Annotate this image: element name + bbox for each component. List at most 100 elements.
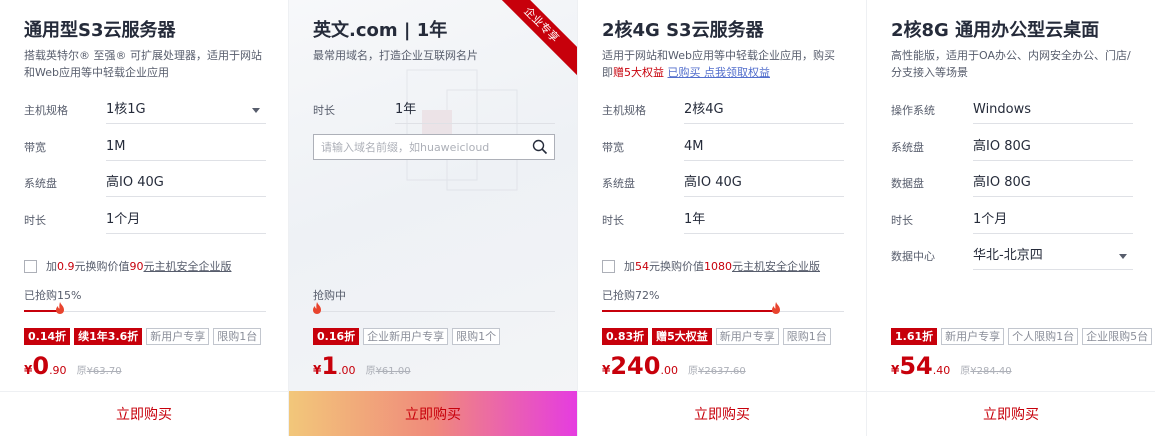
- original-price-label: 原: [960, 366, 971, 377]
- price-currency: ¥: [24, 363, 33, 377]
- price-decimal: .00: [338, 364, 356, 377]
- addon-text-mid: 元换购价值: [649, 260, 704, 273]
- spec-field-os[interactable]: Windows: [973, 96, 1133, 125]
- spec-label: 系统盘: [24, 177, 57, 191]
- price-integer: 0: [32, 352, 50, 380]
- tag-personal-limit: 个人限购1台: [1008, 328, 1079, 345]
- spec-label: 时长: [313, 104, 335, 118]
- spec-field-duration[interactable]: 1个月: [973, 206, 1133, 234]
- search-icon[interactable]: [532, 139, 548, 155]
- original-price: ¥63.70: [86, 366, 122, 377]
- original-price: ¥2637.60: [697, 366, 746, 377]
- spec-field-bandwidth[interactable]: 4M: [684, 133, 844, 161]
- domain-search-input[interactable]: 请输入域名前缀，如huaweicloud: [313, 134, 555, 160]
- buy-now-button[interactable]: 立即购买: [289, 391, 577, 436]
- card-title: 2核8G 通用办公型云桌面: [891, 20, 1100, 41]
- product-card-s3-2c4g: 2核4G S3云服务器 适用于网站和Web应用等中轻载企业应用，购买即赠5大权益…: [578, 0, 866, 436]
- spec-row: 系统盘 高IO 80G: [891, 129, 1133, 166]
- promo-badge: 续1年3.6折: [74, 328, 143, 345]
- addon-amount: 0.9: [57, 259, 75, 273]
- spec-label: 带宽: [24, 140, 46, 154]
- price-integer: 1: [321, 352, 339, 380]
- spec-field-duration[interactable]: 1年: [395, 96, 555, 125]
- card-title: 2核4G S3云服务器: [602, 20, 764, 41]
- tag-list: 0.83折 赠5大权益 新用户专享 限购1台: [602, 328, 835, 345]
- tag-limit: 限购1个: [452, 328, 501, 345]
- tag-new-user: 新用户专享: [715, 328, 779, 345]
- addon-product-link[interactable]: 元主机安全企业版: [732, 258, 820, 274]
- spec-label: 时长: [24, 213, 46, 227]
- price-decimal: .40: [932, 364, 951, 377]
- spec-value: 华北-北京四: [973, 248, 1043, 264]
- price: ¥ 0 .90 原 ¥63.70: [24, 352, 122, 380]
- sales-progress: 已抢购15%: [24, 287, 266, 314]
- spec-select-host[interactable]: 1核1G: [106, 96, 266, 125]
- spec-label: 数据盘: [891, 177, 924, 191]
- progress-track: [313, 302, 555, 314]
- spec-value: 1核1G: [106, 102, 146, 118]
- spec-label: 操作系统: [891, 104, 935, 118]
- progress-track: [24, 302, 266, 314]
- spec-label: 时长: [602, 213, 624, 227]
- spec-row: 主机规格 1核1G: [24, 92, 266, 129]
- spec-label: 时长: [891, 213, 913, 227]
- product-card-s3-1c1g: 通用型S3云服务器 搭载英特尔® 至强® 可扩展处理器，适用于网站和Web应用等…: [0, 0, 288, 436]
- progress-text: 抢购中: [313, 289, 346, 302]
- card-description: 高性能版，适用于OA办公、内网安全办公、门店/分支接入等场景: [891, 49, 1131, 79]
- spec-row: 带宽 4M: [602, 129, 844, 166]
- original-price-label: 原: [687, 366, 698, 377]
- caret-down-icon: [252, 108, 260, 114]
- progress-text: 已抢购72%: [602, 289, 660, 302]
- tag-new-user: 新用户专享: [146, 328, 210, 345]
- spec-label: 主机规格: [24, 104, 68, 118]
- price-integer: 54: [899, 352, 933, 380]
- spec-row: 时长 1个月: [891, 202, 1133, 239]
- progress-fill: [602, 310, 777, 312]
- progress-track: [602, 302, 844, 314]
- spec-field-host[interactable]: 2核4G: [684, 96, 844, 125]
- product-card-row: 通用型S3云服务器 搭载英特尔® 至强® 可扩展处理器，适用于网站和Web应用等…: [0, 0, 1155, 436]
- addon-checkbox[interactable]: [602, 259, 615, 273]
- tag-list: 1.61折 新用户专享 个人限购1台 企业限购5台: [891, 328, 1155, 345]
- spec-select-datacenter[interactable]: 华北-北京四: [973, 242, 1133, 271]
- buy-now-button[interactable]: 立即购买: [867, 391, 1155, 436]
- original-price: ¥284.40: [970, 366, 1012, 377]
- spec-row: 系统盘 高IO 40G: [24, 165, 266, 202]
- addon-amount: 54: [635, 259, 649, 273]
- card-description: 最常用域名，打造企业互联网名片: [313, 49, 478, 62]
- spec-label: 系统盘: [891, 140, 924, 154]
- addon-option[interactable]: 加 54 元换购价值 1080 元主机安全企业版: [602, 258, 820, 274]
- discount-badge: 1.61折: [891, 328, 938, 345]
- price: ¥ 54 .40 原 ¥284.40: [891, 352, 1012, 380]
- spec-label: 系统盘: [602, 177, 635, 191]
- spec-field-duration[interactable]: 1个月: [106, 206, 266, 234]
- price-decimal: .90: [49, 364, 67, 377]
- addon-product-link[interactable]: 元主机安全企业版: [144, 258, 232, 274]
- spec-field-duration[interactable]: 1年: [684, 206, 844, 234]
- addon-text-prefix: 加: [624, 260, 635, 273]
- addon-option[interactable]: 加 0.9 元换购价值 90 元主机安全企业版: [24, 258, 232, 274]
- price-decimal: .00: [660, 364, 678, 377]
- buy-now-button[interactable]: 立即购买: [578, 391, 866, 436]
- spec-field-bandwidth[interactable]: 1M: [106, 133, 266, 161]
- original-price: ¥61.00: [375, 366, 411, 377]
- addon-checkbox[interactable]: [24, 259, 37, 273]
- original-price-label: 原: [76, 366, 87, 377]
- tag-limit: 限购1台: [782, 328, 831, 345]
- flame-icon: [56, 302, 65, 314]
- spec-list: 操作系统 Windows 系统盘 高IO 80G 数据盘 高IO 80G 时长 …: [891, 92, 1133, 275]
- discount-badge: 0.16折: [313, 328, 360, 345]
- claim-benefits-link[interactable]: 已购买 点我领取权益: [668, 66, 771, 79]
- discount-badge: 0.14折: [24, 328, 71, 345]
- spec-field-data-disk[interactable]: 高IO 80G: [973, 169, 1133, 198]
- buy-now-button[interactable]: 立即购买: [0, 391, 288, 436]
- spec-row: 时长 1年: [602, 202, 844, 239]
- spec-field-disk[interactable]: 高IO 40G: [106, 169, 266, 198]
- tag-new-user: 新用户专享: [941, 328, 1005, 345]
- spec-field-system-disk[interactable]: 高IO 80G: [973, 133, 1133, 161]
- spec-row: 操作系统 Windows: [891, 92, 1133, 129]
- spec-field-disk[interactable]: 高IO 40G: [684, 169, 844, 198]
- card-title: 英文.com | 1年: [313, 20, 448, 41]
- card-title: 通用型S3云服务器: [24, 20, 176, 41]
- spec-row: 数据盘 高IO 80G: [891, 165, 1133, 202]
